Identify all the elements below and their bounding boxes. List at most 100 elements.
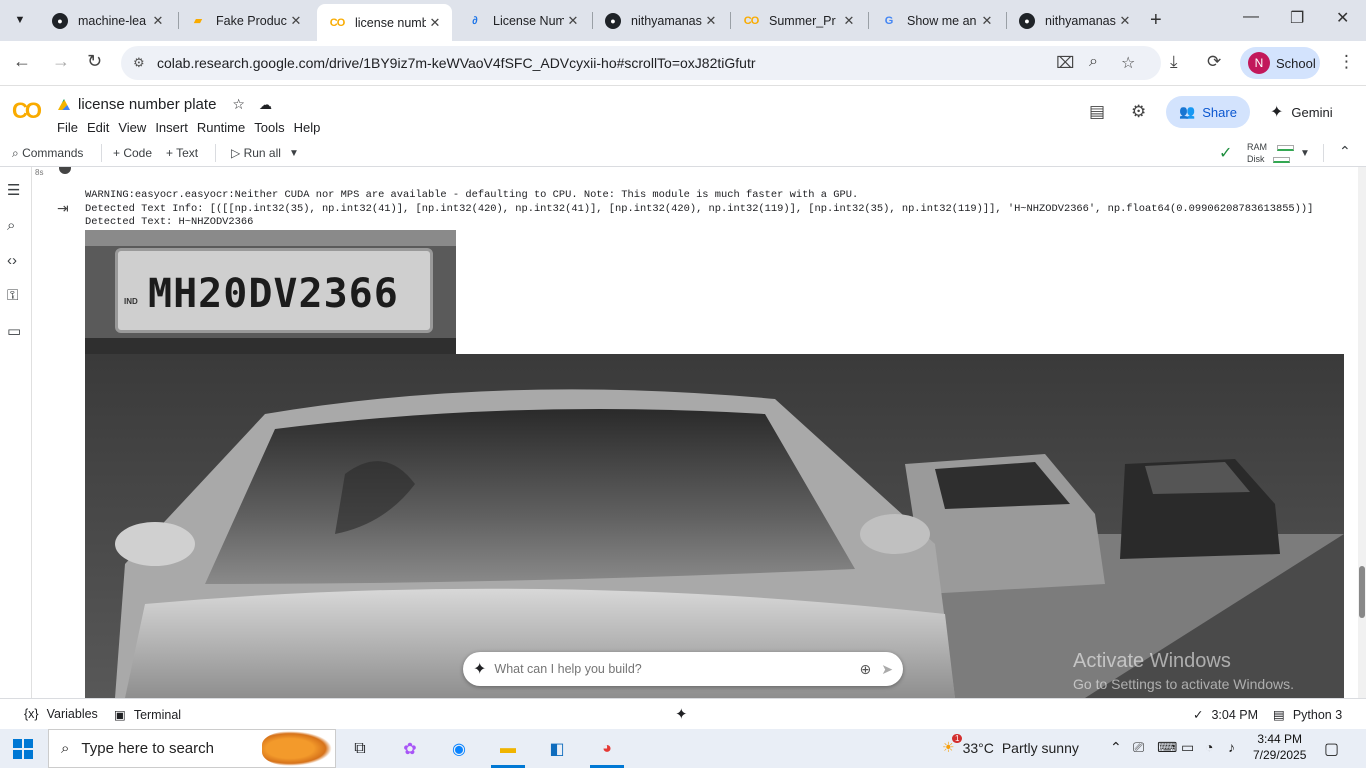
close-icon[interactable]: ✕: [840, 13, 858, 29]
menu-edit[interactable]: Edit: [87, 120, 118, 135]
scrollbar-thumb[interactable]: [1359, 566, 1365, 618]
forward-arrow-icon[interactable]: →: [52, 51, 70, 72]
tab-summer-pr[interactable]: CO Summer_Pr ✕: [731, 4, 866, 37]
close-icon[interactable]: ✕: [287, 13, 305, 29]
gemini-prompt-bar[interactable]: ✦ ⊕ ➤: [463, 652, 903, 686]
run-all-dropdown-icon[interactable]: ▼: [289, 148, 299, 159]
colab-logo[interactable]: CO: [12, 98, 42, 124]
notifications-icon[interactable]: ▢: [1324, 739, 1339, 759]
gemini-sparkle-icon[interactable]: ✦: [675, 705, 688, 723]
drive-icon[interactable]: [58, 99, 70, 110]
close-icon[interactable]: ✕: [702, 13, 720, 29]
collapse-chevron-up-icon[interactable]: ⌃: [1339, 143, 1351, 160]
minimize-icon[interactable]: —: [1243, 8, 1259, 26]
window-close-icon[interactable]: ✕: [1336, 8, 1349, 28]
send-icon[interactable]: ➤: [881, 661, 893, 678]
watermark-title: Activate Windows: [1073, 650, 1231, 672]
close-icon[interactable]: ✕: [564, 13, 582, 29]
files-folder-icon[interactable]: ▭: [7, 322, 21, 340]
wifi-icon[interactable]: ◔: [1205, 739, 1213, 755]
new-tab-plus-icon[interactable]: +: [1150, 9, 1162, 32]
download-icon[interactable]: ⤓: [1170, 52, 1178, 72]
more-menu-icon[interactable]: ⋮: [1338, 52, 1355, 72]
license-plate: IND MH20DV2366: [115, 248, 433, 333]
zoom-icon[interactable]: ⌕: [1089, 53, 1098, 71]
extensions-icon[interactable]: ⟳: [1207, 52, 1221, 72]
url-text[interactable]: colab.research.google.com/drive/1BY9iz7m…: [157, 55, 756, 71]
battery-icon[interactable]: ▭: [1181, 739, 1194, 756]
windows-start-icon[interactable]: [13, 739, 33, 759]
tab-search-chevron-icon[interactable]: ▼: [8, 8, 32, 32]
runtime-indicator[interactable]: ▤ Python 3: [1273, 707, 1342, 723]
camera-off-icon[interactable]: ⌧: [1056, 53, 1074, 73]
search-highlight-tiger-image[interactable]: [262, 731, 332, 766]
tab-show-me-an[interactable]: G Show me an ✕: [869, 4, 1004, 37]
gemini-prompt-input[interactable]: [494, 662, 860, 676]
output-toggle-icon[interactable]: ⇥: [57, 200, 69, 217]
menu-view[interactable]: View: [118, 120, 155, 135]
runtime-dropdown-icon[interactable]: ▼: [1300, 148, 1310, 159]
bookmark-star-icon[interactable]: ☆: [1121, 53, 1135, 73]
notebook-scrollbar[interactable]: [1358, 167, 1366, 698]
touch-keyboard-icon[interactable]: ⌨: [1157, 739, 1177, 756]
back-arrow-icon[interactable]: ←: [13, 51, 31, 72]
add-code-button[interactable]: + Code: [113, 146, 152, 160]
table-of-contents-icon[interactable]: ☰: [7, 181, 20, 199]
close-icon[interactable]: ✕: [978, 13, 996, 29]
volume-icon[interactable]: ♪: [1228, 739, 1235, 755]
site-info-icon[interactable]: ⚙: [133, 55, 145, 71]
share-button[interactable]: 👥 Share: [1166, 96, 1250, 128]
tab-nithyamanas-1[interactable]: ● nithyamanas ✕: [593, 4, 728, 37]
taskbar-clock[interactable]: 3:44 PM 7/29/2025: [1253, 731, 1306, 763]
tab-license-num[interactable]: ∂ License Num ✕: [455, 4, 590, 37]
menu-insert[interactable]: Insert: [155, 120, 197, 135]
tray-chevron-icon[interactable]: ⌃: [1110, 739, 1122, 756]
commands-button[interactable]: ⌕ Commands: [12, 146, 83, 161]
tab-fake-product[interactable]: ▰ Fake Product ✕: [178, 4, 313, 37]
tab-machine-learning[interactable]: ● machine-lea ✕: [40, 4, 175, 37]
google-icon: G: [884, 14, 894, 27]
last-run-status[interactable]: ✓ 3:04 PM: [1193, 707, 1258, 723]
cell-run-indicator[interactable]: [59, 167, 71, 174]
notebook-title[interactable]: license number plate: [78, 96, 216, 113]
file-explorer-icon[interactable]: ▬: [495, 736, 521, 762]
task-view-icon[interactable]: ⧉: [347, 736, 373, 762]
find-icon[interactable]: ⌕: [7, 217, 15, 234]
add-attachment-icon[interactable]: ⊕: [860, 661, 872, 678]
variables-button[interactable]: {x} Variables: [24, 707, 98, 721]
tab-title: nithyamanas: [1045, 13, 1116, 28]
weather-widget[interactable]: ☀ 1 33°C Partly sunny: [942, 734, 1079, 756]
meet-now-icon[interactable]: ⎚: [1133, 739, 1144, 756]
add-text-button[interactable]: + Text: [166, 146, 198, 160]
close-icon[interactable]: ✕: [1116, 13, 1134, 29]
address-bar[interactable]: ⚙ colab.research.google.com/drive/1BY9iz…: [121, 46, 1161, 80]
comments-icon[interactable]: ▤: [1089, 102, 1105, 122]
menu-runtime[interactable]: Runtime: [197, 120, 254, 135]
menu-file[interactable]: File: [57, 120, 87, 135]
colab-toolbar: ⌕ Commands + Code + Text ▷ Run all ▼ ✓ R…: [0, 140, 1366, 167]
close-icon[interactable]: ✕: [426, 15, 444, 31]
left-sidebar: ☰ ⌕ ‹› ⚿ ▭: [0, 167, 32, 698]
tab-nithyamanas-2[interactable]: ● nithyamanas ✕: [1007, 4, 1142, 37]
terminal-button[interactable]: ▣ Terminal: [114, 707, 181, 723]
edge-icon[interactable]: ◉: [446, 736, 472, 762]
restore-icon[interactable]: ❐: [1290, 8, 1304, 28]
gemini-button[interactable]: ✦ Gemini: [1270, 102, 1333, 122]
menu-help[interactable]: Help: [294, 120, 330, 135]
secrets-key-icon[interactable]: ⚿: [7, 287, 18, 304]
settings-gear-icon[interactable]: ⚙: [1131, 102, 1146, 122]
run-all-button[interactable]: ▷ Run all: [231, 146, 281, 160]
ram-disk-indicator[interactable]: RAM Disk: [1247, 141, 1294, 165]
colab-icon: CO: [329, 16, 346, 29]
profile-button[interactable]: N School: [1240, 47, 1320, 79]
outlook-icon[interactable]: ◧: [544, 736, 570, 762]
cloud-icon[interactable]: ☁: [259, 97, 272, 113]
chrome-icon[interactable]: ◕: [594, 736, 620, 762]
code-snippets-icon[interactable]: ‹›: [7, 252, 17, 269]
copilot-icon[interactable]: ✿: [397, 736, 423, 762]
tab-license-number-plate[interactable]: CO license numb ✕: [317, 4, 452, 41]
menu-tools[interactable]: Tools: [254, 120, 293, 135]
reload-icon[interactable]: ↻: [87, 51, 102, 72]
star-icon[interactable]: ☆: [232, 96, 245, 113]
close-icon[interactable]: ✕: [149, 13, 167, 29]
